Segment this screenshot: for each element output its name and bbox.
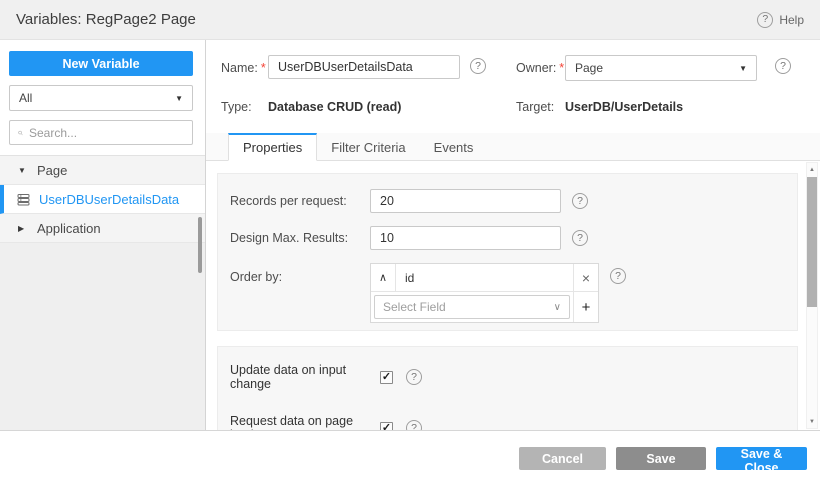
tree-group-label: Page — [37, 163, 67, 178]
owner-select[interactable]: Page ▼ — [565, 55, 757, 81]
variables-sidebar: New Variable All ▼ ▼ Page — [0, 40, 206, 430]
main-scrollbar[interactable]: ▲ ▼ — [806, 162, 818, 429]
request-data-label: Request data on page load — [230, 414, 380, 430]
name-input[interactable] — [268, 55, 460, 79]
request-data-checkbox[interactable]: ✓ — [380, 422, 393, 431]
dialog-body: New Variable All ▼ ▼ Page — [0, 40, 820, 431]
ascending-icon: ∧ — [379, 271, 387, 284]
sort-direction-button[interactable]: ∧ — [371, 264, 396, 291]
update-data-label: Update data on input change — [230, 363, 380, 391]
search-box — [9, 120, 193, 145]
design-max-results-row: Design Max. Results: ? — [230, 226, 797, 250]
search-input[interactable] — [29, 126, 184, 140]
variable-filter-value: All — [19, 91, 32, 105]
variables-tree: ▼ Page UserDBUserDetailsData ▶ Applic — [0, 155, 205, 243]
required-marker: * — [559, 61, 564, 75]
target-label: Target: — [516, 100, 554, 114]
new-variable-button[interactable]: New Variable — [9, 51, 193, 76]
tree-item-variable[interactable]: UserDBUserDetailsData — [0, 185, 205, 214]
search-icon — [18, 127, 23, 139]
check-icon: ✓ — [382, 372, 391, 383]
update-data-help-icon[interactable]: ? — [406, 369, 422, 385]
tab-filter-criteria[interactable]: Filter Criteria — [317, 133, 419, 160]
target-value: UserDB/UserDetails — [565, 100, 683, 114]
tab-properties[interactable]: Properties — [228, 133, 317, 161]
help-label: Help — [779, 13, 804, 27]
dialog-header: Variables: RegPage2 Page ? Help — [0, 0, 820, 40]
save-and-close-button[interactable]: Save & Close — [716, 447, 807, 470]
variables-dialog: Variables: RegPage2 Page ? Help New Vari… — [0, 0, 820, 486]
order-by-add-row: Select Field ∨ + — [371, 292, 598, 322]
records-per-request-row: Records per request: ? — [230, 189, 797, 213]
chevron-collapsed-icon: ▶ — [18, 224, 28, 233]
add-order-field-button[interactable]: + — [573, 292, 598, 322]
check-icon: ✓ — [382, 423, 391, 431]
owner-label: Owner:* — [516, 61, 564, 75]
order-by-field-value: id — [396, 264, 573, 291]
dialog-title: Variables: RegPage2 Page — [16, 11, 196, 28]
update-data-row: Update data on input change ✓ ? — [230, 363, 797, 391]
tree-group-application[interactable]: ▶ Application — [0, 214, 205, 243]
select-field-placeholder: Select Field — [383, 300, 446, 314]
plus-icon: + — [582, 299, 591, 316]
name-label: Name:* — [221, 61, 266, 75]
data-settings-card: Records per request: ? Design Max. Resul… — [217, 173, 798, 331]
order-by-row: Order by: ∧ id × — [230, 263, 797, 323]
properties-panel: Records per request: ? Design Max. Resul… — [206, 161, 820, 430]
variable-filter-select[interactable]: All ▼ — [9, 85, 193, 111]
cancel-button[interactable]: Cancel — [519, 447, 606, 470]
scroll-up-button[interactable]: ▲ — [807, 164, 817, 175]
type-label: Type: — [221, 100, 252, 114]
type-value: Database CRUD (read) — [268, 100, 401, 114]
database-icon — [17, 193, 30, 206]
update-data-checkbox[interactable]: ✓ — [380, 371, 393, 384]
records-per-request-input[interactable] — [370, 189, 561, 213]
tree-group-label: Application — [37, 221, 101, 236]
tree-item-label: UserDBUserDetailsData — [39, 192, 179, 207]
request-data-help-icon[interactable]: ? — [406, 420, 422, 430]
variable-editor: Name:* ? Owner:* Page ▼ ? Type: Database… — [206, 40, 820, 430]
chevron-expanded-icon: ▼ — [18, 166, 28, 175]
variable-meta: Name:* ? Owner:* Page ▼ ? Type: Database… — [206, 40, 820, 133]
order-by-entry: ∧ id × — [371, 264, 598, 292]
records-per-request-help-icon[interactable]: ? — [572, 193, 588, 209]
scroll-down-button[interactable]: ▼ — [807, 416, 817, 427]
sidebar-empty-area — [0, 243, 205, 430]
remove-order-field-button[interactable]: × — [573, 264, 598, 291]
editor-tabbar: Properties Filter Criteria Events — [206, 133, 820, 161]
tree-group-page[interactable]: ▼ Page — [0, 156, 205, 185]
design-max-results-help-icon[interactable]: ? — [572, 230, 588, 246]
records-per-request-label: Records per request: — [230, 194, 370, 208]
chevron-down-icon: ∨ — [554, 302, 561, 313]
request-data-row: Request data on page load ✓ ? — [230, 414, 797, 430]
sidebar-scrollbar-thumb[interactable] — [198, 217, 202, 273]
select-field-wrap: Select Field ∨ — [371, 292, 573, 322]
help-icon: ? — [757, 12, 773, 28]
order-by-widget: ∧ id × Select Field — [370, 263, 599, 323]
order-by-help-icon[interactable]: ? — [610, 268, 626, 284]
design-max-results-input[interactable] — [370, 226, 561, 250]
save-button[interactable]: Save — [616, 447, 706, 470]
behavior-settings-card: Update data on input change ✓ ? Request … — [217, 346, 798, 430]
close-icon: × — [582, 270, 590, 286]
select-field-dropdown[interactable]: Select Field ∨ — [374, 295, 570, 319]
help-button[interactable]: ? Help — [757, 12, 804, 28]
sidebar-controls: New Variable All ▼ — [0, 40, 205, 155]
tab-events[interactable]: Events — [420, 133, 488, 160]
design-max-results-label: Design Max. Results: — [230, 231, 370, 245]
name-help-icon[interactable]: ? — [470, 58, 486, 74]
required-marker: * — [261, 61, 266, 75]
owner-value: Page — [575, 61, 603, 75]
dialog-footer: Cancel Save Save & Close — [0, 431, 820, 486]
caret-down-icon: ▼ — [739, 64, 747, 73]
caret-down-icon: ▼ — [175, 94, 183, 103]
scrollbar-thumb[interactable] — [807, 177, 817, 307]
order-by-label: Order by: — [230, 263, 370, 291]
owner-help-icon[interactable]: ? — [775, 58, 791, 74]
